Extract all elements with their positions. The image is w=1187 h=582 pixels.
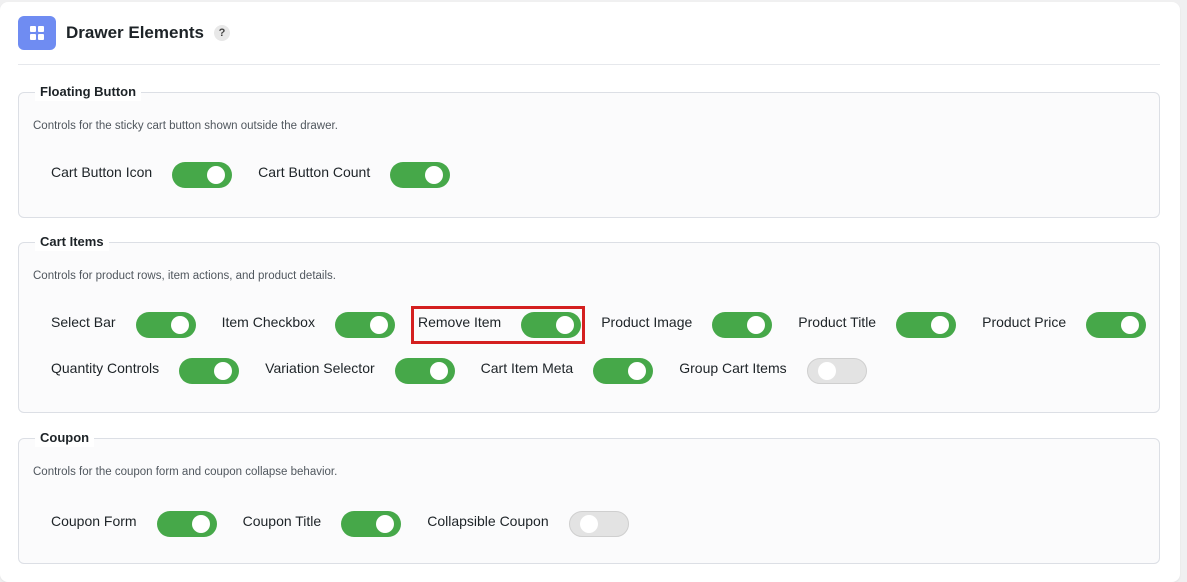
coupon-title-toggle[interactable] xyxy=(341,511,402,537)
group-description: Controls for the sticky cart button show… xyxy=(33,120,338,132)
help-icon[interactable]: ? xyxy=(213,25,230,41)
toggle-knob xyxy=(207,166,226,184)
group-description: Controls for the coupon form and coupon … xyxy=(33,466,338,478)
option-remove-item: Remove Item xyxy=(410,306,586,344)
group-title: Coupon xyxy=(35,429,95,447)
remove-item-toggle[interactable] xyxy=(521,312,582,338)
cart-item-meta-toggle[interactable] xyxy=(593,358,654,384)
option-label: Coupon Form xyxy=(51,513,137,529)
item-checkbox-toggle[interactable] xyxy=(334,312,395,338)
toggle-knob xyxy=(628,362,647,380)
cart-button-count-toggle[interactable] xyxy=(390,162,451,188)
group-title: Floating Button xyxy=(35,83,142,101)
option-label: Coupon Title xyxy=(242,513,322,529)
option-variation-selector: Variation Selector xyxy=(262,352,457,390)
option-label: Product Image xyxy=(601,314,693,330)
option-cart-button-count: Cart Button Count xyxy=(255,156,453,194)
toggle-knob xyxy=(425,166,444,184)
group-description: Controls for product rows, item actions,… xyxy=(33,270,336,282)
option-product-price: Product Price xyxy=(979,306,1149,344)
option-quantity-controls: Quantity Controls xyxy=(48,352,242,390)
group-title: Cart Items xyxy=(35,233,109,251)
group-coupon: Coupon Controls for the coupon form and … xyxy=(18,429,1160,564)
product-title-toggle[interactable] xyxy=(896,312,957,338)
grid-icon xyxy=(18,16,56,50)
option-product-title: Product Title xyxy=(795,306,959,344)
option-coupon-title: Coupon Title xyxy=(240,505,405,543)
toggle-row: Coupon Form Coupon Title Collapsible Cou… xyxy=(48,505,652,543)
option-label: Variation Selector xyxy=(265,360,375,376)
toggle-row: Select Bar Item Checkbox Remove Item Pro… xyxy=(48,306,1149,344)
variation-selector-toggle[interactable] xyxy=(394,358,455,384)
option-label: Group Cart Items xyxy=(679,360,787,376)
toggle-knob xyxy=(817,362,836,380)
cart-button-icon-toggle[interactable] xyxy=(172,162,233,188)
toggle-knob xyxy=(579,515,598,533)
option-label: Cart Button Count xyxy=(258,164,371,180)
option-label: Product Title xyxy=(798,314,877,330)
toggle-knob xyxy=(429,362,448,380)
option-label: Select Bar xyxy=(51,314,116,330)
page-title: Drawer Elements xyxy=(66,23,204,42)
product-image-toggle[interactable] xyxy=(712,312,773,338)
group-floating-button: Floating Button Controls for the sticky … xyxy=(18,83,1160,218)
toggle-row: Quantity Controls Variation Selector Car… xyxy=(48,352,890,390)
option-label: Collapsible Coupon xyxy=(427,513,549,529)
toggle-knob xyxy=(191,515,210,533)
toggle-knob xyxy=(170,316,189,334)
option-label: Cart Item Meta xyxy=(480,360,574,376)
toggle-knob xyxy=(214,362,233,380)
product-price-toggle[interactable] xyxy=(1086,312,1147,338)
toggle-row: Cart Button Icon Cart Button Count xyxy=(48,156,473,194)
header-divider xyxy=(18,64,1160,65)
select-bar-toggle[interactable] xyxy=(135,312,196,338)
collapsible-coupon-toggle[interactable] xyxy=(568,511,629,537)
option-label: Remove Item xyxy=(417,314,502,330)
option-coupon-form: Coupon Form xyxy=(48,505,220,543)
group-cart-items: Cart Items Controls for product rows, it… xyxy=(18,233,1160,413)
group-cart-items-toggle[interactable] xyxy=(806,358,867,384)
option-collapsible-coupon: Collapsible Coupon xyxy=(424,505,631,543)
coupon-form-toggle[interactable] xyxy=(156,511,217,537)
toggle-knob xyxy=(1121,316,1140,334)
drawer-elements-panel: Drawer Elements ? Floating Button Contro… xyxy=(0,2,1180,582)
option-label: Item Checkbox xyxy=(221,314,315,330)
option-cart-item-meta: Cart Item Meta xyxy=(478,352,657,390)
option-label: Product Price xyxy=(982,314,1067,330)
quantity-controls-toggle[interactable] xyxy=(179,358,240,384)
toggle-knob xyxy=(376,515,395,533)
option-label: Cart Button Icon xyxy=(51,164,153,180)
option-item-checkbox: Item Checkbox xyxy=(219,306,398,344)
option-select-bar: Select Bar xyxy=(48,306,199,344)
toggle-knob xyxy=(369,316,388,334)
option-product-image: Product Image xyxy=(598,306,775,344)
toggle-knob xyxy=(931,316,950,334)
toggle-knob xyxy=(747,316,766,334)
panel-header: Drawer Elements ? xyxy=(18,16,230,50)
option-cart-button-icon: Cart Button Icon xyxy=(48,156,235,194)
option-label: Quantity Controls xyxy=(51,360,160,376)
toggle-knob xyxy=(556,316,575,334)
option-group-cart-items: Group Cart Items xyxy=(676,352,869,390)
